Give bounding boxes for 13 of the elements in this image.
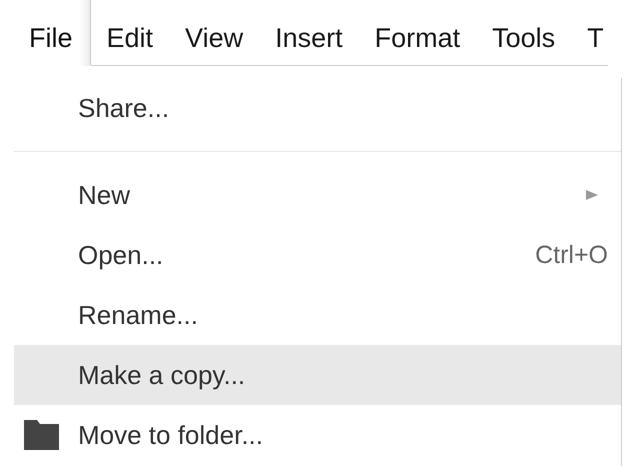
menu-tab[interactable]: Edit xyxy=(90,0,170,66)
menu-item[interactable]: New xyxy=(14,165,621,225)
menu-item[interactable]: Share... xyxy=(14,78,621,138)
menu-item[interactable]: Make a copy... xyxy=(14,345,621,405)
menu-item[interactable]: Open... Ctrl+O xyxy=(14,225,621,285)
menu-item[interactable]: Rename... xyxy=(14,285,621,345)
menu-item[interactable]: Move to folder... xyxy=(14,405,621,465)
menu-tab[interactable]: Format xyxy=(358,0,476,66)
shortcut-text: Ctrl+O xyxy=(535,240,608,270)
menu-tab[interactable]: Tools xyxy=(476,0,572,66)
menu-tab[interactable]: Insert xyxy=(259,0,359,66)
menu-tab[interactable]: View xyxy=(169,0,260,66)
menu-tab[interactable]: T xyxy=(571,0,608,66)
